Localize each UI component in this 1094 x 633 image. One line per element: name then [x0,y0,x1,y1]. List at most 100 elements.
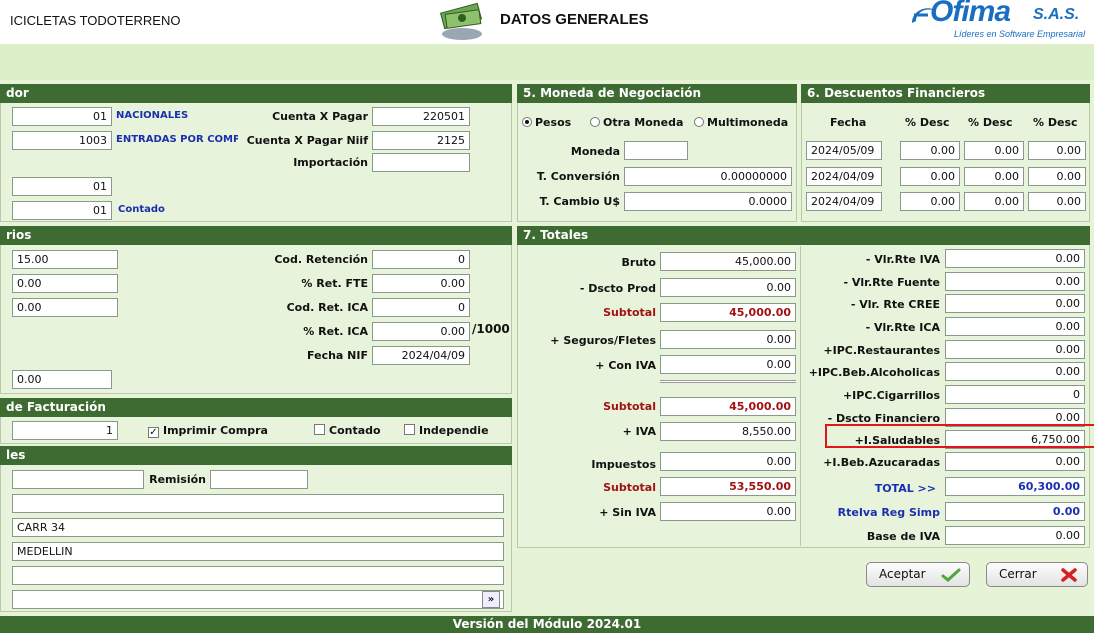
desc-row-3-d3[interactable]: 0.00 [1028,192,1086,211]
field-gen-2[interactable] [12,494,504,513]
desc-row-1-d2[interactable]: 0.00 [964,141,1024,160]
label-impuestos: Impuestos [591,458,656,471]
logo-tagline: Líderes en Software Empresarial [954,29,1086,39]
field-vlr-rte-fuente[interactable]: 0.00 [945,272,1085,291]
chevron-down-icon[interactable]: » [482,591,500,608]
field-impuestos[interactable]: 0.00 [660,452,796,471]
field-cod-ret-ica[interactable]: 0 [372,298,470,317]
desc-row-2-d1[interactable]: 0.00 [900,167,960,186]
field-vlr-rte-cree[interactable]: 0.00 [945,294,1085,313]
section-facturacion-header: de Facturación [0,398,512,417]
label-remision: Remisión [149,473,206,486]
label-subtotal-3: Subtotal [603,481,656,494]
checkbox-icon[interactable] [314,424,325,435]
field-direccion[interactable]: CARR 34 [12,518,504,537]
desc-row-3-d2[interactable]: 0.00 [964,192,1024,211]
desc-row-2-fecha[interactable]: 2024/04/09 [806,167,882,186]
aceptar-button[interactable]: Aceptar [866,562,970,587]
label-vlr-rte-cree: - Vlr. Rte CREE [850,298,940,311]
desc-row-3-fecha[interactable]: 2024/04/09 [806,192,882,211]
field-vlr-rte-ica[interactable]: 0.00 [945,317,1085,336]
desc-row-2-d3[interactable]: 0.00 [1028,167,1086,186]
field-base-de-iva[interactable]: 0.00 [945,526,1085,545]
field-cod-retencion[interactable]: 0 [372,250,470,269]
label-seguros-fletes: + Seguros/Fletes [550,334,656,347]
field-i-beb-azucaradas[interactable]: 0.00 [945,452,1085,471]
field-seguros-fletes[interactable]: 0.00 [660,330,796,349]
cerrar-button[interactable]: Cerrar [986,562,1088,587]
field-gen-1[interactable] [12,470,144,489]
field-code-1[interactable]: 01 [12,107,112,126]
field-dscto-prod[interactable]: 0.00 [660,278,796,297]
contado-label: Contado [329,424,381,437]
label-nacionales: NACIONALES [116,110,189,121]
radio-otra-label: Otra Moneda [603,116,684,129]
field-vlr-rte-iva[interactable]: 0.00 [945,249,1085,268]
radio-icon[interactable] [590,117,600,127]
logo-text: Ofima [930,0,1011,28]
checkbox-checked-icon[interactable]: ✓ [148,427,159,438]
highlight-box-i-saludables [825,424,1094,448]
radio-selected-icon[interactable] [522,117,532,127]
section-tributarios-header: rios [0,226,512,245]
field-sin-iva[interactable]: 0.00 [660,502,796,521]
desc-row-1-fecha[interactable]: 2024/05/09 [806,141,882,160]
radio-pesos[interactable]: Pesos [522,116,571,129]
field-t-conversion[interactable]: 0.00000000 [624,167,792,186]
field-trib-1[interactable]: 15.00 [12,250,118,269]
field-code-5[interactable]: 01 [12,201,112,220]
label-rteiva-reg-simp: RteIva Reg Simp [837,506,940,519]
field-trib-4[interactable]: 0.00 [12,370,112,389]
field-code-2[interactable]: 1003 [12,131,112,150]
field-trib-2[interactable]: 0.00 [12,274,118,293]
money-icon [436,2,488,42]
desc-row-2-d2[interactable]: 0.00 [964,167,1024,186]
field-cuenta-x-pagar-niif[interactable]: 2125 [372,131,470,150]
toolbar-band [0,44,1094,80]
section-moneda-header: 5. Moneda de Negociación [517,84,797,103]
field-cuenta-x-pagar[interactable]: 220501 [372,107,470,126]
field-bruto[interactable]: 45,000.00 [660,252,796,271]
field-moneda[interactable] [624,141,688,160]
label-t-cambio: T. Cambio U$ [539,195,620,208]
checkbox-icon[interactable] [404,424,415,435]
label-t-conversion: T. Conversión [536,170,620,183]
field-ipc-cigarrillos[interactable]: 0 [945,385,1085,404]
field-remision[interactable] [210,470,308,489]
select-gen-6[interactable] [12,590,504,609]
label-moneda: Moneda [570,145,620,158]
field-ipc-restaurantes[interactable]: 0.00 [945,340,1085,359]
field-importacion[interactable] [372,153,470,172]
desc-row-3-d1[interactable]: 0.00 [900,192,960,211]
check-icon [941,568,961,582]
field-ipc-beb-alcoholicas[interactable]: 0.00 [945,362,1085,381]
module-title: DATOS GENERALES [500,11,649,28]
col-desc-1: % Desc [905,116,950,129]
checkbox-contado[interactable]: Contado [314,424,381,437]
checkbox-independiente[interactable]: Independie [404,424,489,437]
radio-icon[interactable] [694,117,704,127]
cerrar-label: Cerrar [999,567,1037,581]
radio-multimoneda[interactable]: Multimoneda [694,116,788,129]
field-fecha-nif[interactable]: 2024/04/09 [372,346,470,365]
radio-otra-moneda[interactable]: Otra Moneda [590,116,683,129]
field-con-iva[interactable]: 0.00 [660,355,796,374]
field-t-cambio[interactable]: 0.0000 [624,192,792,211]
desc-row-1-d3[interactable]: 0.00 [1028,141,1086,160]
section-proveedor-header: dor [0,84,512,103]
section-totales-header: 7. Totales [517,226,1090,245]
label-entradas-por-compra: ENTRADAS POR COMPI [116,134,238,145]
field-iva[interactable]: 8,550.00 [660,422,796,441]
desc-row-1-d1[interactable]: 0.00 [900,141,960,160]
field-trib-3[interactable]: 0.00 [12,298,118,317]
field-ret-fte[interactable]: 0.00 [372,274,470,293]
field-code-4[interactable]: 01 [12,177,112,196]
radio-multi-label: Multimoneda [707,116,789,129]
field-facturacion[interactable]: 1 [12,421,118,440]
checkbox-imprimir-compra[interactable]: ✓ Imprimir Compra [148,424,268,438]
field-ret-ica[interactable]: 0.00 [372,322,470,341]
field-ciudad[interactable]: MEDELLIN [12,542,504,561]
field-gen-5[interactable] [12,566,504,585]
field-subtotal-3: 53,550.00 [660,477,796,496]
label-total: TOTAL >> [874,482,936,495]
